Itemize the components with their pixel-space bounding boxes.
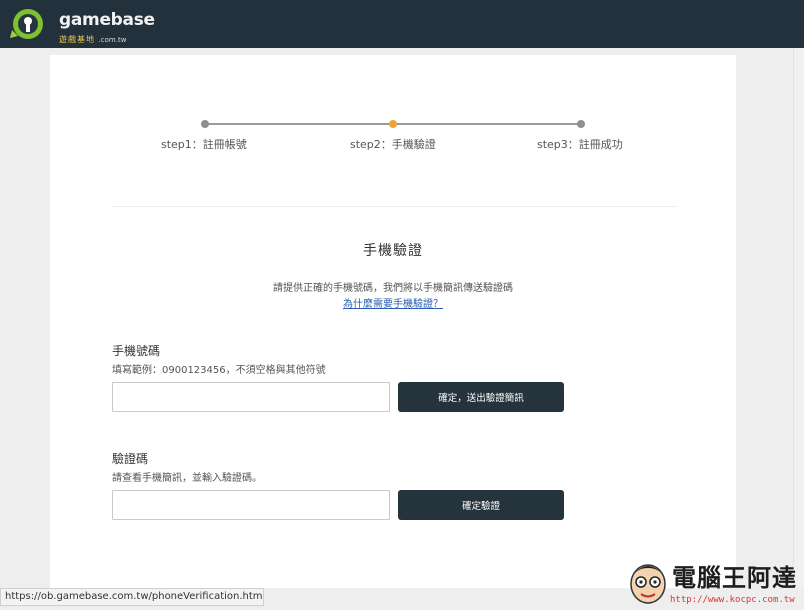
step1-label: step1：註冊帳號 — [161, 138, 247, 151]
step2-dot — [389, 120, 397, 128]
site-header: gamebase 遊戲基地 .com.tw — [0, 0, 804, 48]
logo-subtitle: 遊戲基地 .com.tw — [59, 34, 126, 45]
watermark: 電腦王阿達 http://www.kocpc.com.tw — [628, 556, 798, 608]
send-sms-button[interactable]: 確定，送出驗證簡訊 — [398, 382, 564, 412]
gamebase-logo[interactable]: gamebase 遊戲基地 .com.tw — [8, 4, 155, 45]
step3-dot — [577, 120, 585, 128]
why-link-row: 為什麼需要手機驗證？ — [0, 295, 786, 310]
why-verify-link[interactable]: 為什麼需要手機驗證？ — [343, 299, 443, 310]
page-scrollbar[interactable] — [793, 48, 804, 588]
phone-input[interactable] — [112, 382, 390, 412]
mascot-face-icon — [630, 564, 666, 604]
section-divider — [112, 206, 677, 207]
step2-label: step2：手機驗證 — [350, 138, 436, 151]
watermark-url: http://www.kocpc.com.tw — [670, 595, 795, 605]
status-bar-url: https://ob.gamebase.com.tw/phoneVerifica… — [0, 588, 264, 606]
page-title: 手機驗證 — [363, 243, 423, 259]
logo-wordmark: gamebase — [59, 10, 155, 30]
phone-label: 手機號碼 — [112, 344, 161, 358]
code-label: 驗證碼 — [112, 452, 149, 466]
code-input[interactable] — [112, 490, 390, 520]
step3-label: step3：註冊成功 — [537, 138, 623, 151]
logo-subtitle-text: 遊戲基地 — [59, 35, 95, 44]
gamebase-logo-icon — [10, 9, 43, 39]
step1-dot — [201, 120, 209, 128]
phone-hint: 填寫範例：0900123456，不須空格與其他符號 — [112, 365, 326, 376]
page-description: 請提供正確的手機號碼，我們將以手機簡訊傳送驗證碼 — [273, 283, 513, 294]
verify-button[interactable]: 確定驗證 — [398, 490, 564, 520]
logo-domain: .com.tw — [98, 36, 127, 44]
watermark-title: 電腦王阿達 — [672, 564, 797, 592]
code-hint: 請查看手機簡訊，並輸入驗證碼。 — [112, 473, 262, 484]
